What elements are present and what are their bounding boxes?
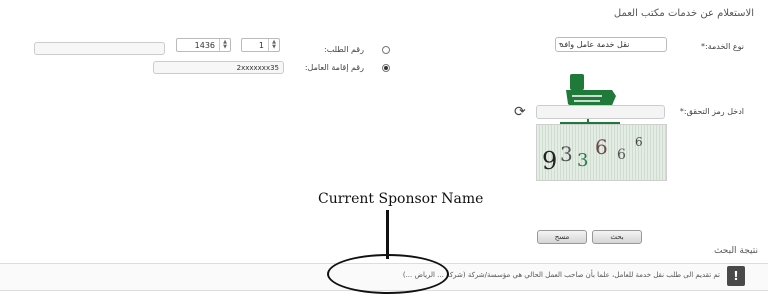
refresh-icon[interactable]: ⟳: [514, 104, 528, 120]
captcha-char-3: 3: [577, 150, 589, 171]
iqama-radio[interactable]: [382, 64, 390, 72]
saudi-emblem-logo: [560, 70, 620, 128]
request-year-stepper[interactable]: 1436 ▲ ▼: [176, 38, 231, 52]
request-number-label: رقم الطلب:: [324, 45, 364, 54]
request-seq-stepper[interactable]: 1 ▲ ▼: [241, 38, 280, 52]
service-type-label: نوع الخدمة:*: [701, 42, 744, 51]
request-number-radio[interactable]: [382, 46, 390, 54]
spin-arrows-icon[interactable]: ▲ ▼: [268, 39, 279, 51]
annotation-ellipse: [327, 254, 449, 294]
captcha-char-6: 6: [635, 135, 643, 149]
page-title: الاستعلام عن خدمات مكتب العمل: [613, 8, 754, 19]
result-message: تم تقديم الى طلب نقل خدمة للعامل، علما ب…: [402, 271, 720, 279]
results-heading: نتيجة البحث: [713, 246, 758, 256]
search-button[interactable]: بحث: [592, 230, 642, 244]
request-number-extra-input[interactable]: [34, 42, 165, 55]
service-type-value: نقل خدمة عامل وافد: [560, 40, 630, 49]
iqama-label: رقم إقامة العامل:: [304, 63, 364, 72]
annotation-label: Current Sponsor Name: [318, 191, 484, 207]
clear-button[interactable]: مسح: [537, 230, 587, 244]
request-seq-value: 1: [258, 40, 264, 50]
alert-icon: !: [727, 266, 745, 286]
captcha-label: ادخل رمز التحقق:*: [679, 107, 744, 116]
request-year-value: 1436: [194, 40, 215, 50]
captcha-image: 9 3 3 6 6 6: [536, 124, 667, 181]
captcha-char-2: 3: [560, 142, 573, 166]
annotation-arrow: [386, 210, 389, 259]
captcha-char-5: 6: [617, 147, 626, 163]
iqama-input[interactable]: 2xxxxxxx35: [153, 61, 284, 74]
captcha-input[interactable]: [536, 105, 665, 119]
spin-arrows-icon[interactable]: ▲ ▼: [219, 39, 230, 51]
chevron-down-icon: ▾: [559, 41, 563, 48]
service-type-select[interactable]: نقل خدمة عامل وافد ▾: [555, 37, 667, 52]
captcha-char-4: 6: [595, 135, 608, 159]
captcha-char-1: 9: [542, 147, 558, 175]
